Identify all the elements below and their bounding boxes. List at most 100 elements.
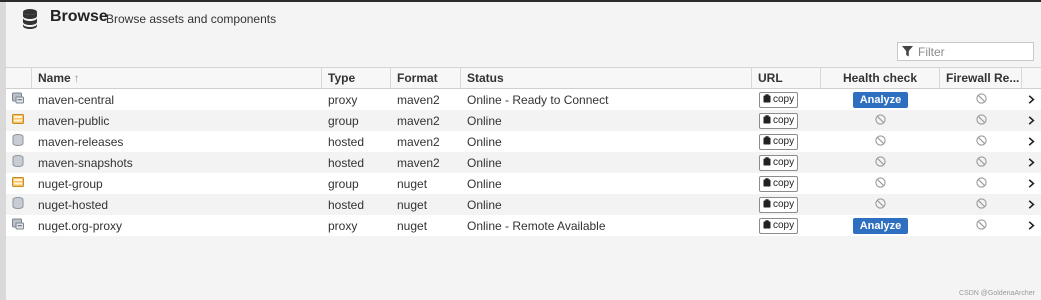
group-repo-icon xyxy=(6,176,24,191)
clipboard-icon xyxy=(763,156,773,169)
repo-icon-cell xyxy=(6,215,32,236)
repo-name: maven-releases xyxy=(38,134,124,149)
repo-status: Online xyxy=(467,197,502,212)
chevron-right-icon xyxy=(1028,198,1035,212)
table-row[interactable]: maven-snapshots hosted maven2 Online cop… xyxy=(6,152,1041,173)
firewall-cell xyxy=(940,152,1022,173)
health-check-cell xyxy=(821,173,940,194)
firewall-cell xyxy=(940,173,1022,194)
repo-icon-cell xyxy=(6,194,32,215)
copy-url-button[interactable]: copy xyxy=(759,154,799,171)
repo-name: maven-public xyxy=(38,113,110,128)
row-chevron[interactable] xyxy=(1022,131,1041,152)
copy-url-button[interactable]: copy xyxy=(759,217,799,234)
clipboard-icon xyxy=(763,177,773,190)
table-row[interactable]: maven-releases hosted maven2 Online copy xyxy=(6,131,1041,152)
proxy-repo-icon xyxy=(6,92,24,107)
copy-url-button[interactable]: copy xyxy=(759,91,799,108)
copy-label: copy xyxy=(773,199,795,210)
filter-input[interactable]: Filter xyxy=(897,42,1034,61)
header-type[interactable]: Type xyxy=(322,68,391,88)
filter-placeholder: Filter xyxy=(918,44,945,59)
clipboard-icon xyxy=(763,93,773,106)
header-name[interactable]: Name ↑ xyxy=(32,68,322,88)
repo-status: Online - Ready to Connect xyxy=(467,92,609,107)
repo-type: proxy xyxy=(328,92,358,107)
repo-format: nuget xyxy=(397,176,428,191)
analyze-button[interactable]: Analyze xyxy=(852,217,909,234)
copy-label: copy xyxy=(773,136,795,147)
header-url[interactable]: URL xyxy=(752,68,821,88)
firewall-cell xyxy=(940,131,1022,152)
header-health-check[interactable]: Health check xyxy=(821,68,940,88)
analyze-button[interactable]: Analyze xyxy=(852,91,909,108)
table-row[interactable]: maven-central proxy maven2 Online - Read… xyxy=(6,89,1041,110)
clipboard-icon xyxy=(763,135,773,148)
row-chevron[interactable] xyxy=(1022,110,1041,131)
firewall-cell xyxy=(940,89,1022,110)
firewall-cell xyxy=(940,215,1022,236)
repo-type: hosted xyxy=(328,155,365,170)
url-cell: copy xyxy=(752,89,821,110)
row-chevron[interactable] xyxy=(1022,89,1041,110)
health-disabled-icon xyxy=(875,155,886,170)
repo-name: maven-snapshots xyxy=(38,155,133,170)
table-row[interactable]: nuget.org-proxy proxy nuget Online - Rem… xyxy=(6,215,1041,236)
repo-type: hosted xyxy=(328,197,365,212)
repo-icon-cell xyxy=(6,131,32,152)
header-status[interactable]: Status xyxy=(461,68,752,88)
page-subtitle: Browse assets and components xyxy=(106,12,277,26)
firewall-disabled-icon xyxy=(975,218,987,233)
copy-url-button[interactable]: copy xyxy=(759,112,799,129)
row-chevron[interactable] xyxy=(1022,173,1041,194)
firewall-disabled-icon xyxy=(975,176,987,191)
clipboard-icon xyxy=(763,198,773,211)
hosted-repo-icon xyxy=(6,134,24,149)
table-row[interactable]: maven-public group maven2 Online copy xyxy=(6,110,1041,131)
database-icon xyxy=(23,9,37,29)
firewall-disabled-icon xyxy=(975,113,987,128)
repo-icon-cell xyxy=(6,152,32,173)
header-firewall[interactable]: Firewall Re... xyxy=(940,68,1022,88)
health-check-cell xyxy=(821,131,940,152)
repo-type: hosted xyxy=(328,134,365,149)
copy-url-button[interactable]: copy xyxy=(759,175,799,192)
repo-icon-cell xyxy=(6,173,32,194)
header-arrow-column xyxy=(1022,68,1041,88)
copy-label: copy xyxy=(773,178,795,189)
health-disabled-icon xyxy=(875,176,886,191)
health-check-cell xyxy=(821,152,940,173)
copy-label: copy xyxy=(773,115,795,126)
repo-name: nuget.org-proxy xyxy=(38,218,123,233)
repositories-table: Name ↑ Type Format Status URL Health che… xyxy=(6,67,1041,236)
url-cell: copy xyxy=(752,152,821,173)
health-disabled-icon xyxy=(875,113,886,128)
header-format[interactable]: Format xyxy=(391,68,461,88)
chevron-right-icon xyxy=(1028,219,1035,233)
row-chevron[interactable] xyxy=(1022,152,1041,173)
firewall-cell xyxy=(940,110,1022,131)
sort-ascending-icon: ↑ xyxy=(73,71,80,85)
copy-url-button[interactable]: copy xyxy=(759,133,799,150)
clipboard-icon xyxy=(763,114,773,127)
table-header: Name ↑ Type Format Status URL Health che… xyxy=(6,67,1041,89)
repo-status: Online - Remote Available xyxy=(467,218,606,233)
repo-type: proxy xyxy=(328,218,358,233)
copy-label: copy xyxy=(773,220,795,231)
row-chevron[interactable] xyxy=(1022,194,1041,215)
chevron-right-icon xyxy=(1028,156,1035,170)
health-disabled-icon xyxy=(875,197,886,212)
row-chevron[interactable] xyxy=(1022,215,1041,236)
firewall-disabled-icon xyxy=(975,92,987,107)
filter-icon xyxy=(902,46,913,57)
url-cell: copy xyxy=(752,194,821,215)
firewall-disabled-icon xyxy=(975,134,987,149)
repo-name: nuget-group xyxy=(38,176,103,191)
repo-name: maven-central xyxy=(38,92,115,107)
repo-status: Online xyxy=(467,134,502,149)
repo-status: Online xyxy=(467,113,502,128)
chevron-right-icon xyxy=(1028,93,1035,107)
table-row[interactable]: nuget-hosted hosted nuget Online copy xyxy=(6,194,1041,215)
table-row[interactable]: nuget-group group nuget Online copy xyxy=(6,173,1041,194)
copy-url-button[interactable]: copy xyxy=(759,196,799,213)
